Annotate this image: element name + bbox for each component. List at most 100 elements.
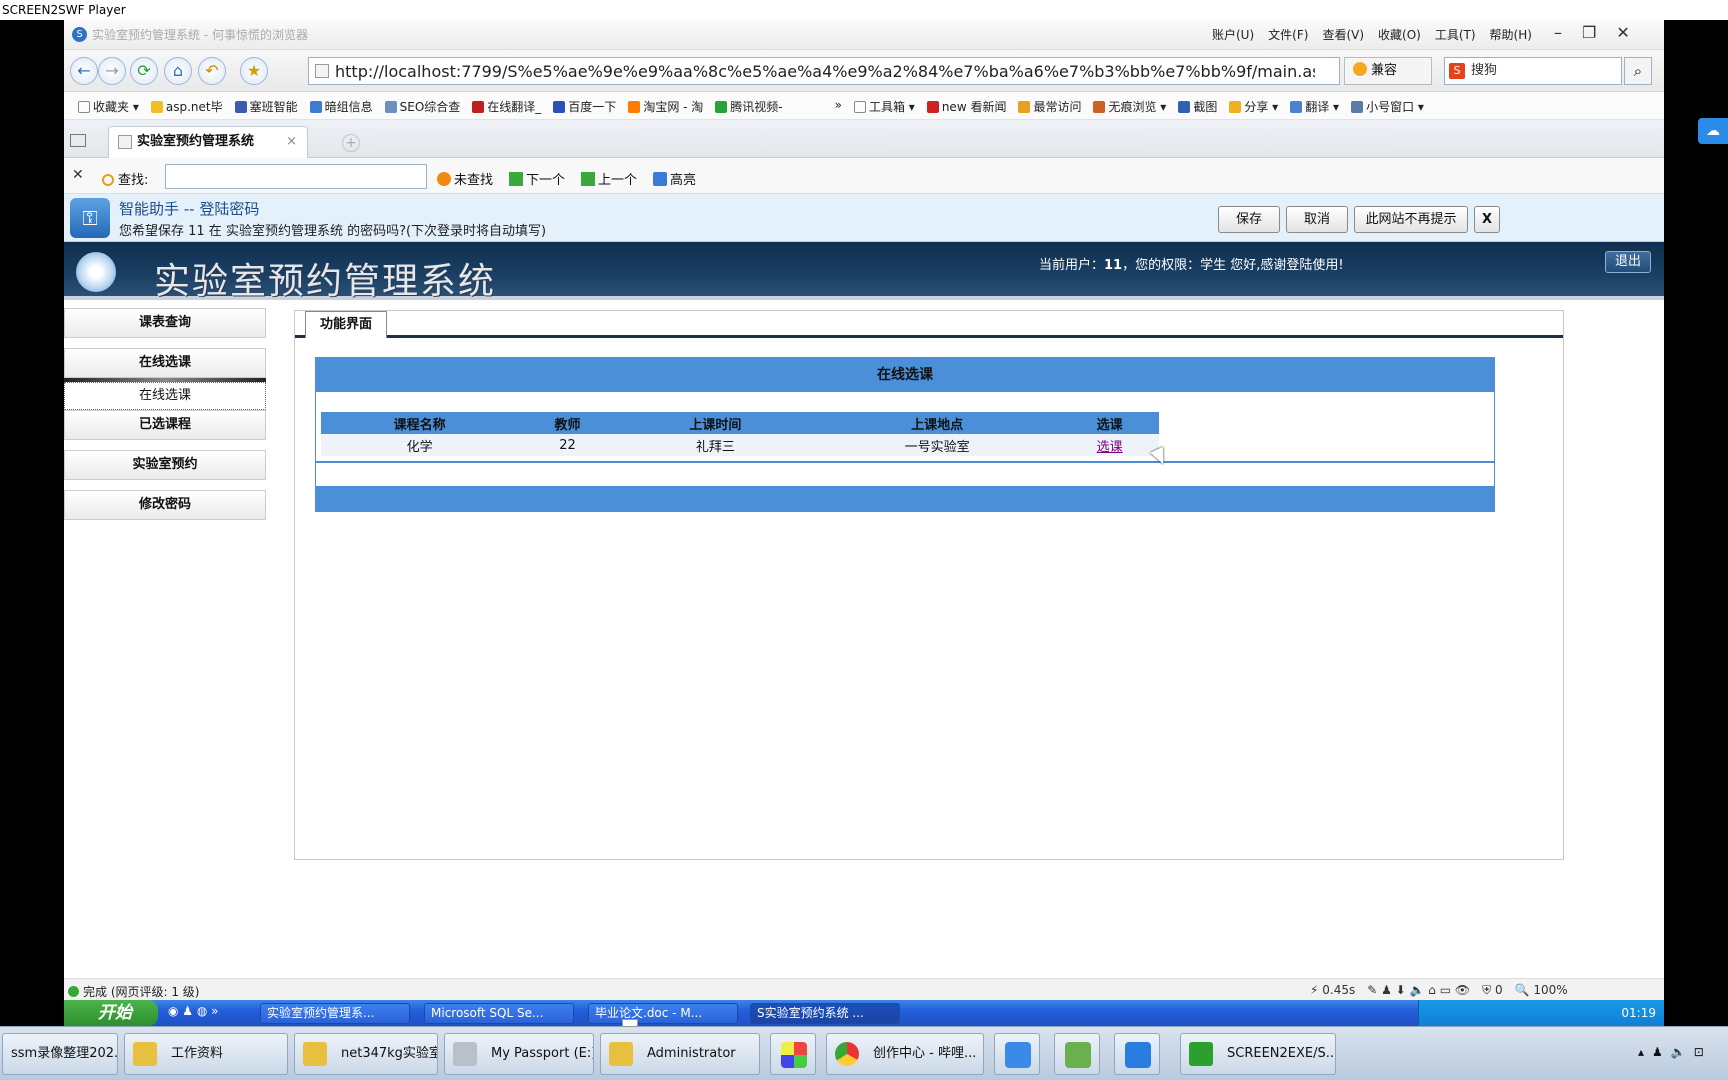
side-float-icon[interactable]: ☁ xyxy=(1698,118,1728,144)
menu-account[interactable]: 账户(U) xyxy=(1212,26,1254,43)
find-close-icon[interactable]: ✕ xyxy=(72,167,84,183)
minimize-icon[interactable]: – xyxy=(1554,23,1562,42)
tab-function[interactable]: 功能界面 xyxy=(305,311,387,338)
host-app-icon[interactable] xyxy=(770,1033,816,1075)
app-icon xyxy=(781,1042,807,1068)
taskbar-item[interactable]: 实验室预约管理系... xyxy=(260,1003,410,1024)
host-task-item-active[interactable]: SCREEN2EXE/S... xyxy=(1180,1033,1336,1075)
fav-item[interactable]: 分享 ▾ xyxy=(1229,98,1278,115)
volume-icon[interactable]: 🔈 xyxy=(1671,1045,1686,1059)
load-speed: ⚡ 0.45s xyxy=(1310,983,1356,997)
taskbar-item[interactable]: 毕业论文.doc - M... xyxy=(588,1003,738,1024)
fav-item[interactable]: 翻译 ▾ xyxy=(1290,98,1339,115)
host-task-item[interactable]: net347kg实验室... xyxy=(294,1033,438,1075)
address-bar[interactable]: http://localhost:7799/S%e5%ae%9e%e9%aa%8… xyxy=(308,57,1340,85)
screen2exe-icon xyxy=(1189,1042,1213,1066)
fav-item[interactable]: 无痕浏览 ▾ xyxy=(1093,98,1166,115)
taskbar-item-active[interactable]: S实验室预约系统 ... xyxy=(750,1003,900,1024)
host-task-item[interactable]: 工作资料 xyxy=(124,1033,288,1075)
tray-app-icon[interactable]: ⊡ xyxy=(1694,1045,1704,1059)
menu-file[interactable]: 文件(F) xyxy=(1268,26,1308,43)
fav-item[interactable]: 工具箱 ▾ xyxy=(853,98,915,115)
favorites-bar: 收藏夹 ▾ asp.net毕 塞班智能 暗组信息 SEO综合查 在线翻译_ 百度… xyxy=(64,92,1664,120)
new-tab-icon[interactable]: + xyxy=(342,134,360,152)
user-prefix: 当前用户： xyxy=(1039,258,1105,273)
fav-item[interactable]: 塞班智能 xyxy=(234,98,298,115)
fav-item[interactable]: 腾讯视频- xyxy=(715,98,783,115)
compat-mode-button[interactable]: 兼容 xyxy=(1344,57,1432,85)
url-text[interactable]: http://localhost:7799/S%e5%ae%9e%e9%aa%8… xyxy=(335,62,1315,81)
menu-tools[interactable]: 工具(T) xyxy=(1435,26,1476,43)
password-prompt-title: 智能助手 -- 登陆密码 xyxy=(119,200,260,218)
host-app-icon[interactable] xyxy=(1114,1033,1160,1075)
find-next-button[interactable]: 下一个 xyxy=(509,169,565,188)
fav-item[interactable]: 百度一下 xyxy=(553,98,616,115)
host-task-item[interactable]: My Passport (E:) xyxy=(444,1033,594,1075)
home-icon[interactable]: ⌂ xyxy=(164,57,192,85)
zoom-level[interactable]: 🔍 100% xyxy=(1515,983,1568,998)
menu-view[interactable]: 查看(V) xyxy=(1322,26,1364,43)
fav-item[interactable]: SEO综合查 xyxy=(384,98,460,115)
cancel-password-button[interactable]: 取消 xyxy=(1286,206,1348,233)
fav-item[interactable]: 小号窗口 ▾ xyxy=(1351,98,1424,115)
cell-place: 一号实验室 xyxy=(813,434,1061,456)
restore-icon[interactable]: ❐ xyxy=(1582,23,1596,42)
search-box[interactable]: S 搜狗 xyxy=(1444,57,1622,85)
status-tools-icon[interactable]: ✎ ♟ ⬇ 🔈 ⌂ ▭ 👁 xyxy=(1367,983,1470,998)
fav-item[interactable]: 在线翻译_ xyxy=(472,98,541,115)
content-area: 功能界面 在线选课 课程名称 教师 上课时间 上课地点 选课 化学 22 礼拜三… xyxy=(294,310,1564,860)
sidebar-subitem-online-select[interactable]: 在线选课 xyxy=(64,382,266,410)
fav-item[interactable]: asp.net毕 xyxy=(150,98,223,115)
find-input[interactable] xyxy=(165,164,427,189)
menu-help[interactable]: 帮助(H) xyxy=(1490,26,1532,43)
host-task-item[interactable]: ssm录像整理202... xyxy=(2,1033,118,1075)
cell-course: 化学 xyxy=(321,434,519,456)
cell-time: 礼拜三 xyxy=(616,434,814,456)
table-row: 化学 22 礼拜三 一号实验室 选课 xyxy=(321,434,1159,456)
favorite-star-icon[interactable]: ★ xyxy=(240,57,268,85)
back-icon[interactable]: ← xyxy=(70,57,98,85)
sidebar-toggle-icon[interactable] xyxy=(70,134,86,147)
select-course-link[interactable]: 选课 xyxy=(1097,440,1123,455)
host-app-icon[interactable] xyxy=(994,1033,1040,1075)
app-title: 实验室预约管理系统 xyxy=(154,261,497,302)
highlight-button[interactable]: 高亮 xyxy=(653,169,696,188)
fav-item[interactable]: 收藏夹 ▾ xyxy=(78,98,139,115)
fav-item[interactable]: 暗组信息 xyxy=(309,98,373,115)
menu-favorites[interactable]: 收藏(O) xyxy=(1378,26,1421,43)
network-icon[interactable]: ♟ xyxy=(1652,1045,1663,1059)
close-icon[interactable]: ✕ xyxy=(1616,23,1629,42)
password-bar-close-button[interactable]: X xyxy=(1474,206,1500,233)
start-button[interactable]: 开始 xyxy=(64,1000,158,1026)
sidebar-item-selected-courses[interactable]: 已选课程 xyxy=(64,410,266,440)
sidebar-item-lab-booking[interactable]: 实验室预约 xyxy=(64,450,266,480)
never-remind-button[interactable]: 此网站不再提示 xyxy=(1354,206,1468,233)
quick-launch-icons[interactable]: ◉ ♟ ◍ » xyxy=(168,1004,218,1018)
refresh-icon[interactable]: ⟳ xyxy=(130,57,158,85)
logout-button[interactable]: 退出 xyxy=(1605,251,1651,273)
tab-close-icon[interactable]: × xyxy=(286,127,297,157)
folder-icon xyxy=(609,1042,633,1066)
tray-expand-icon[interactable]: ▴ xyxy=(1638,1045,1644,1059)
resize-grip[interactable] xyxy=(622,1019,638,1027)
panel-title: 在线选课 xyxy=(316,358,1494,392)
host-task-item[interactable]: 创作中心 - 哔哩... xyxy=(826,1033,984,1075)
sidebar-item-online-select[interactable]: 在线选课 xyxy=(64,348,266,378)
fav-item[interactable]: 截图 xyxy=(1178,98,1217,115)
taskbar-item[interactable]: Microsoft SQL Se... xyxy=(424,1003,574,1024)
fav-item[interactable]: 最常访问 xyxy=(1018,98,1081,115)
find-prev-button[interactable]: 上一个 xyxy=(581,169,637,188)
host-task-item[interactable]: Administrator xyxy=(600,1033,760,1075)
forward-icon[interactable]: → xyxy=(98,57,126,85)
save-password-button[interactable]: 保存 xyxy=(1218,206,1280,233)
sidebar-item-change-password[interactable]: 修改密码 xyxy=(64,490,266,520)
fav-item[interactable]: new 看新闻 xyxy=(926,98,1006,115)
blocked-count[interactable]: ⛨ 0 xyxy=(1482,983,1502,998)
fav-item[interactable]: 淘宝网 - 淘 xyxy=(628,98,703,115)
undo-close-icon[interactable]: ↶ xyxy=(198,57,226,85)
tab-active[interactable]: 实验室预约管理系统 × xyxy=(108,126,308,158)
search-icon[interactable]: ⌕ xyxy=(1624,57,1652,85)
host-app-icon[interactable] xyxy=(1054,1033,1100,1075)
chevron-more-icon[interactable]: » xyxy=(835,98,842,115)
sidebar-item-course-query[interactable]: 课表查询 xyxy=(64,308,266,338)
